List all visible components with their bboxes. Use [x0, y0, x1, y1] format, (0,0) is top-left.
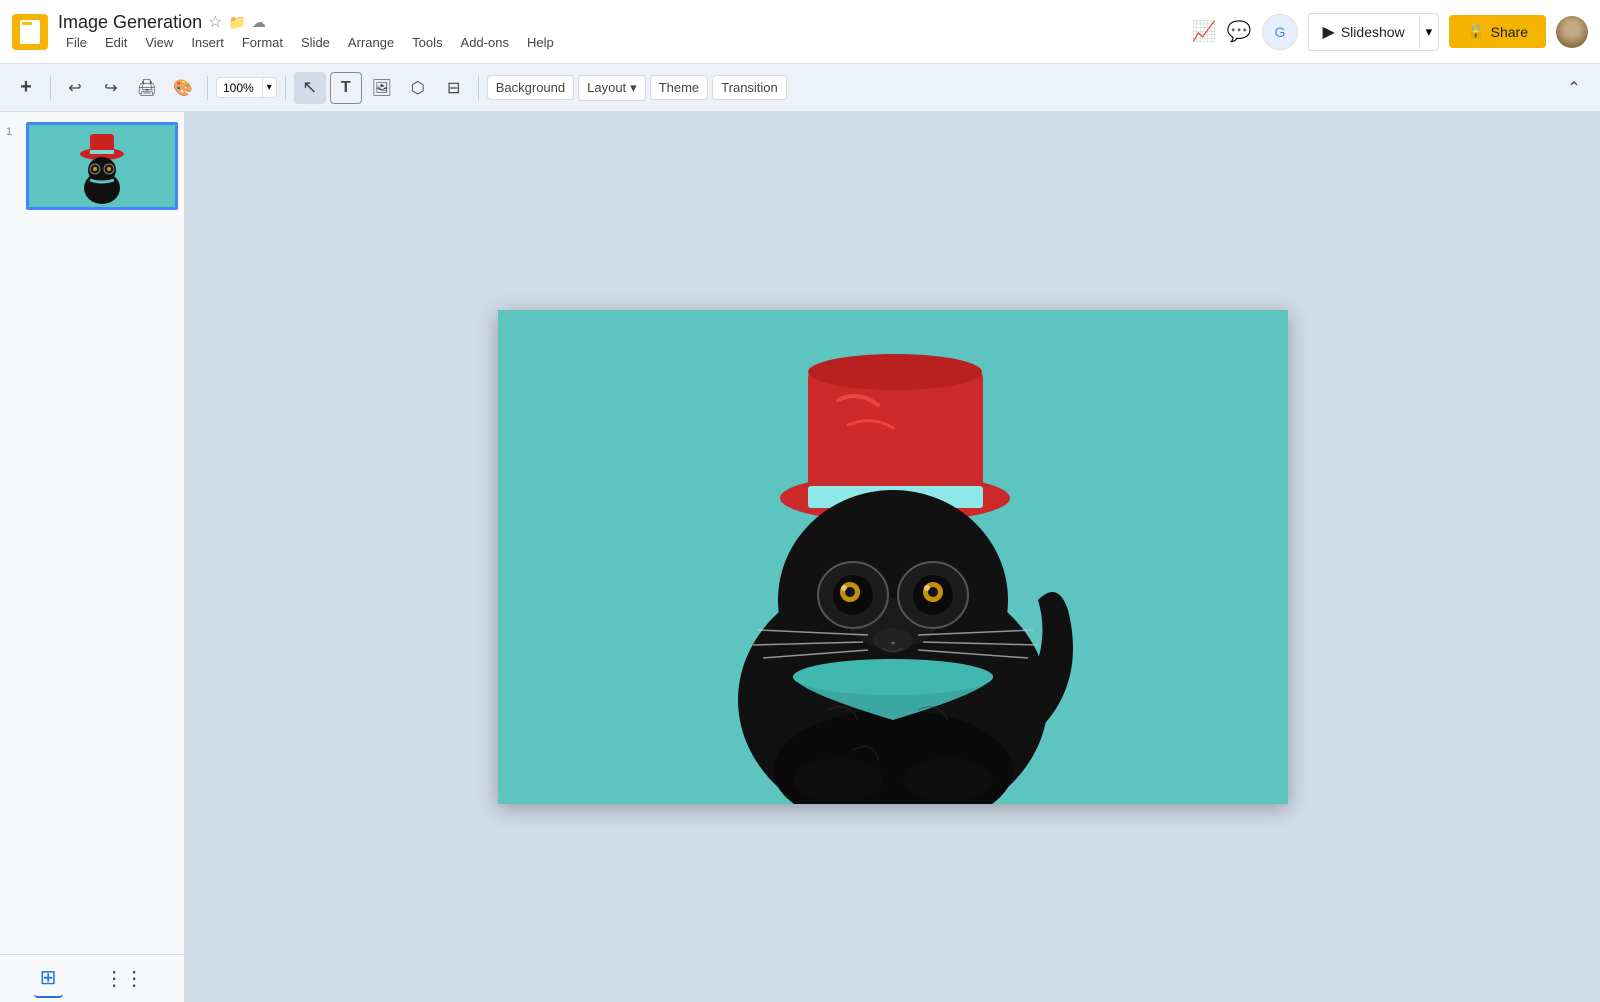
lock-icon: 🔒	[1467, 23, 1484, 40]
background-label: Background	[496, 80, 565, 95]
print-button[interactable]: 🖨	[131, 72, 163, 104]
app-logo	[12, 14, 48, 50]
layout-arrow: ▾	[630, 80, 637, 96]
transition-button[interactable]: Transition	[712, 75, 787, 100]
slide-canvas[interactable]	[498, 310, 1288, 804]
background-button[interactable]: Background	[487, 75, 574, 100]
separator-2	[207, 76, 208, 100]
share-label: Share	[1491, 24, 1528, 40]
slideshow-label: Slideshow	[1341, 24, 1405, 40]
doc-title-text: Image Generation	[58, 12, 202, 33]
cat-illustration-svg	[498, 310, 1288, 804]
separator-4	[478, 76, 479, 100]
zoom-control: 100% ▾	[216, 77, 277, 98]
paint-format-button[interactable]: 🎨	[167, 72, 199, 104]
menu-insert[interactable]: Insert	[183, 33, 232, 52]
main-area: 1	[0, 112, 1600, 1002]
user-avatar-image	[1556, 16, 1588, 48]
toolbar: + ↩ ↪ 🖨 🎨 100% ▾ ↖ T 🖼 ⬡ ⊟ Background La…	[0, 64, 1600, 112]
transition-label: Transition	[721, 80, 778, 95]
menu-addons[interactable]: Add-ons	[453, 33, 517, 52]
zoom-dropdown[interactable]: ▾	[262, 78, 276, 97]
comment-icon[interactable]: 💬	[1227, 19, 1252, 44]
top-bar: Image Generation ☆ 📁 ☁ File Edit View In…	[0, 0, 1600, 64]
undo-button[interactable]: ↩	[59, 72, 91, 104]
menu-bar: File Edit View Insert Format Slide Arran…	[58, 33, 562, 52]
separator-3	[285, 76, 286, 100]
add-slide-button[interactable]: +	[10, 72, 42, 104]
google-accounts-icon[interactable]: G	[1262, 14, 1298, 50]
line-button[interactable]: ⊟	[438, 72, 470, 104]
canvas-area	[185, 112, 1600, 1002]
menu-format[interactable]: Format	[234, 33, 291, 52]
slide-panel: 1	[0, 112, 185, 1002]
text-box-button[interactable]: T	[330, 72, 362, 104]
title-icons: ☆ 📁 ☁	[208, 12, 266, 32]
trending-icon[interactable]: 📈	[1192, 19, 1217, 44]
theme-button[interactable]: Theme	[650, 75, 708, 100]
svg-text:G: G	[1274, 24, 1285, 40]
cloud-icon[interactable]: ☁	[252, 14, 266, 31]
document-title: Image Generation ☆ 📁 ☁	[58, 12, 562, 33]
menu-view[interactable]: View	[137, 33, 181, 52]
slideshow-button[interactable]: ▶ Slideshow	[1309, 14, 1419, 50]
slideshow-button-group: ▶ Slideshow ▾	[1308, 13, 1440, 51]
menu-file[interactable]: File	[58, 33, 95, 52]
menu-tools[interactable]: Tools	[404, 33, 450, 52]
image-button[interactable]: 🖼	[366, 72, 398, 104]
slideshow-dropdown[interactable]: ▾	[1419, 16, 1439, 48]
thumb-cat-svg	[37, 126, 167, 206]
menu-arrange[interactable]: Arrange	[340, 33, 402, 52]
grid-view-button[interactable]: ⊞	[34, 959, 63, 998]
list-view-button[interactable]: ⋮⋮	[98, 960, 150, 997]
theme-label: Theme	[659, 80, 699, 95]
menu-slide[interactable]: Slide	[293, 33, 338, 52]
slide-number: 1	[6, 126, 12, 138]
app-logo-inner	[20, 20, 40, 44]
select-cursor-button[interactable]: ↖	[294, 72, 326, 104]
cat-illustration-container	[498, 310, 1288, 804]
star-icon[interactable]: ☆	[208, 12, 222, 32]
shape-button[interactable]: ⬡	[402, 72, 434, 104]
menu-edit[interactable]: Edit	[97, 33, 135, 52]
topbar-right: 📈 💬 G ▶ Slideshow ▾ 🔒 Share	[1192, 13, 1588, 51]
redo-button[interactable]: ↪	[95, 72, 127, 104]
folder-icon[interactable]: 📁	[228, 14, 245, 31]
share-button[interactable]: 🔒 Share	[1449, 15, 1546, 48]
collapse-toolbar-button[interactable]: ⌃	[1558, 72, 1590, 104]
slide-thumbnail[interactable]	[26, 122, 178, 210]
menu-help[interactable]: Help	[519, 33, 562, 52]
bottom-bar: ⊞ ⋮⋮	[0, 954, 185, 1002]
layout-button[interactable]: Layout ▾	[578, 75, 646, 101]
title-area: Image Generation ☆ 📁 ☁ File Edit View In…	[58, 12, 562, 52]
separator-1	[50, 76, 51, 100]
play-icon: ▶	[1323, 22, 1335, 42]
zoom-value: 100%	[217, 79, 260, 97]
layout-label: Layout	[587, 80, 626, 95]
user-avatar[interactable]	[1556, 16, 1588, 48]
